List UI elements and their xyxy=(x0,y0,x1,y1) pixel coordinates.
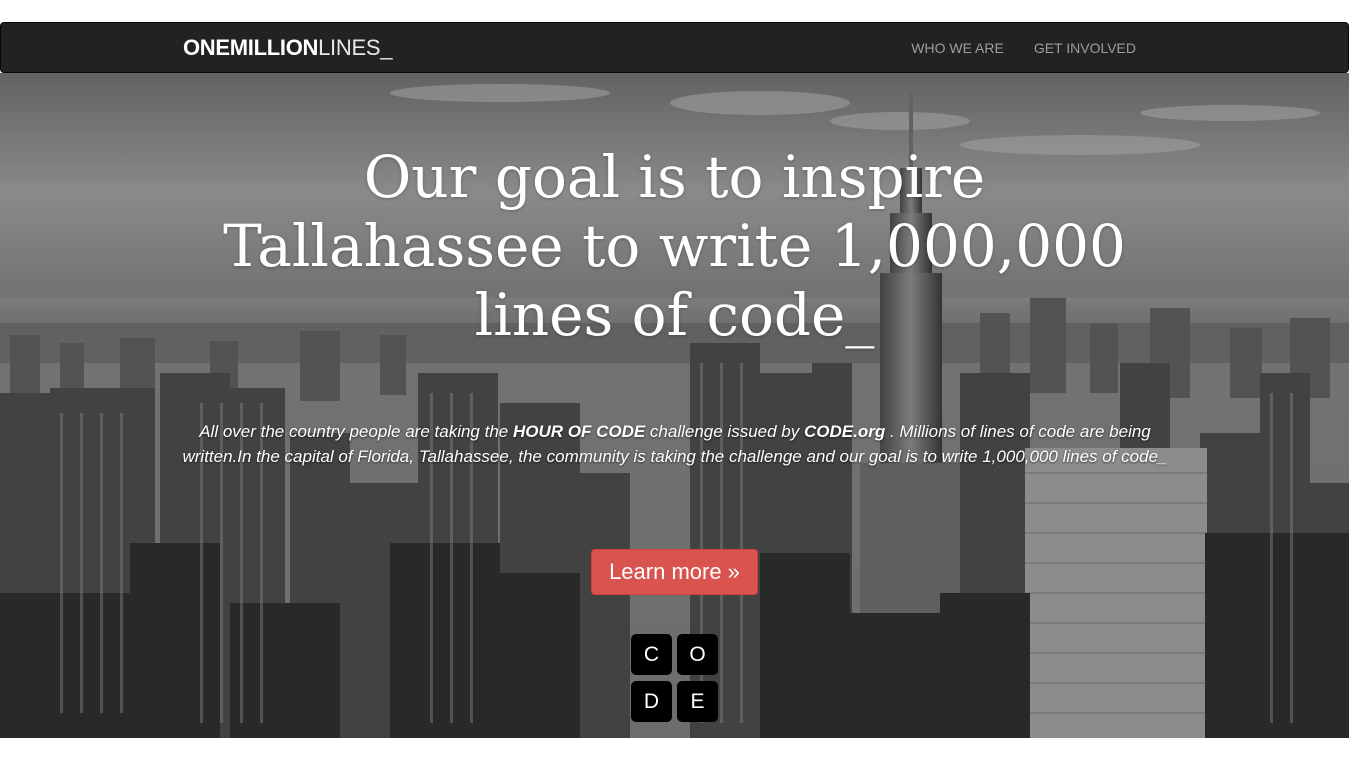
brand-bold-text: ONEMILLION xyxy=(183,35,319,60)
headline-line-2: Tallahassee to write 1,000,000 xyxy=(223,212,1126,280)
brand-light-text: LINES_ xyxy=(318,35,393,60)
learn-more-button[interactable]: Learn more » xyxy=(591,549,758,595)
page-below-hero xyxy=(0,738,1351,768)
brand-logo-link[interactable]: ONEMILLIONLINES_ xyxy=(183,35,392,61)
headline-line-3: lines of code_ xyxy=(474,281,875,349)
hero-headline: Our goal is to inspire Tallahassee to wri… xyxy=(150,143,1199,350)
nav-links: WHO WE ARE GET INVOLVED xyxy=(881,23,1136,72)
intro-part-1: All over the country people are taking t… xyxy=(199,422,513,441)
nav-link-get-involved[interactable]: GET INVOLVED xyxy=(1034,40,1136,56)
code-logo-tile-e: E xyxy=(677,681,718,722)
intro-part-2: challenge issued by xyxy=(645,422,804,441)
intro-hour-of-code: HOUR OF CODE xyxy=(512,422,646,441)
hero-intro-text: All over the country people are taking t… xyxy=(180,419,1170,469)
intro-code-org: CODE.org xyxy=(803,422,886,441)
code-logo-tile-d: D xyxy=(631,681,672,722)
top-navbar: ONEMILLIONLINES_ WHO WE ARE GET INVOLVED xyxy=(0,22,1349,73)
hero-section: Our goal is to inspire Tallahassee to wri… xyxy=(0,73,1349,738)
code-org-logo[interactable]: C O D E xyxy=(631,634,719,724)
code-logo-tile-o: O xyxy=(677,634,718,675)
code-logo-tile-c: C xyxy=(631,634,672,675)
headline-line-1: Our goal is to inspire xyxy=(363,143,986,211)
nav-link-who-we-are[interactable]: WHO WE ARE xyxy=(911,40,1004,56)
